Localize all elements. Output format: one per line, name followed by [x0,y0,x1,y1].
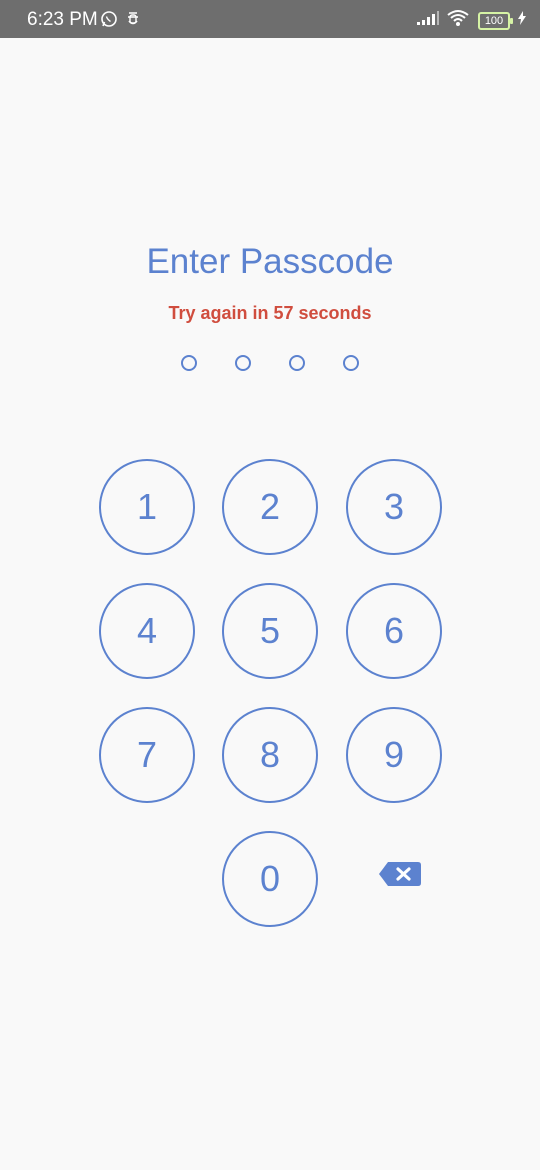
signal-icon [416,10,440,31]
key-1[interactable]: 1 [99,459,195,555]
passcode-dot [235,355,251,371]
wifi-icon [446,9,470,32]
key-3[interactable]: 3 [346,459,442,555]
key-5[interactable]: 5 [222,583,318,679]
battery-tip [510,17,513,24]
passcode-dot [343,355,359,371]
key-8[interactable]: 8 [222,707,318,803]
status-right-group: 100 [416,9,526,32]
battery-icon: 100 [478,11,513,30]
key-2[interactable]: 2 [222,459,318,555]
battery-level: 100 [484,14,504,27]
passcode-dot [289,355,305,371]
passcode-dot [181,355,197,371]
key-4[interactable]: 4 [99,583,195,679]
charging-icon [518,11,526,30]
page-title: Enter Passcode [146,242,394,281]
status-bar: 6:23 PM 100 [0,0,540,38]
notification-icon [126,10,140,33]
lockout-message: Try again in 57 seconds [168,303,372,323]
key-0[interactable]: 0 [222,831,318,927]
key-9[interactable]: 9 [346,707,442,803]
status-time: 6:23 PM [27,9,98,30]
key-7[interactable]: 7 [99,707,195,803]
backspace-button[interactable] [378,861,424,887]
backspace-icon [378,862,422,891]
whatsapp-icon [100,10,118,33]
key-6[interactable]: 6 [346,583,442,679]
